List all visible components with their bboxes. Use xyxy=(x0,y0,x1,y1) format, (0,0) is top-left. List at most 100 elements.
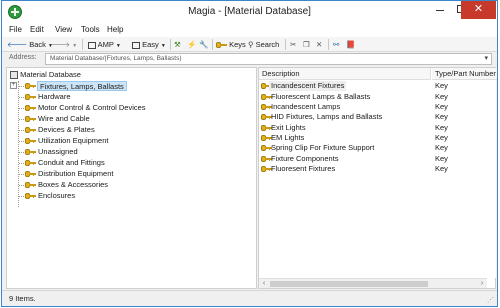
amp-button-label: AMP xyxy=(97,40,114,49)
cut-button[interactable]: ✂ xyxy=(290,39,296,50)
list-item-type: Key xyxy=(435,123,448,132)
resize-grip-icon[interactable]: ⋰ xyxy=(487,296,495,304)
tree-root[interactable]: Material Database xyxy=(10,70,81,80)
list-item-type: Key xyxy=(435,102,448,111)
list-item-type: Key xyxy=(435,92,448,101)
book-button[interactable]: 📕 xyxy=(346,39,355,50)
scissors-icon: ✂ xyxy=(290,40,297,49)
list-pane[interactable]: Description Type/Part Number Incandescen… xyxy=(258,67,497,289)
list-item[interactable]: HID Fixtures, Lamps and Ballasts Key xyxy=(259,112,496,122)
list-item[interactable]: Spring Clip For Fixture Support Key xyxy=(259,143,496,153)
list-item-type: Key xyxy=(435,164,448,173)
easy-button-label: Easy xyxy=(142,40,159,49)
list-item-description: Incandescent Fixtures xyxy=(269,81,347,91)
amp-button[interactable]: AMP ▼ xyxy=(88,39,121,50)
column-header-description[interactable]: Description xyxy=(259,68,431,80)
list-item[interactable]: Exit Lights Key xyxy=(259,123,496,133)
list-item-description: EM Lights xyxy=(271,133,305,142)
tree-item-label: Unassigned xyxy=(38,147,78,156)
list-item[interactable]: Fixture Components Key xyxy=(259,154,496,164)
window-title: Magia - [Material Database] xyxy=(188,6,311,17)
key-icon xyxy=(25,182,36,188)
menu-tools[interactable]: Tools xyxy=(81,25,100,34)
keys-button-label: Keys xyxy=(229,40,246,49)
key-icon xyxy=(25,171,36,177)
address-label: Address: xyxy=(9,54,37,61)
menu-help[interactable]: Help xyxy=(107,25,123,34)
list-item-description: Incandescent Lamps xyxy=(271,102,341,111)
binoculars-icon: ⚯ xyxy=(333,40,340,49)
delete-button[interactable]: ✕ xyxy=(316,39,322,50)
back-arrow-icon: 🡐 xyxy=(7,40,28,49)
horizontal-scrollbar[interactable]: ‹ › xyxy=(259,278,487,288)
back-button-label: Back xyxy=(29,40,46,49)
key-icon xyxy=(25,138,36,144)
list-item[interactable]: EM Lights Key xyxy=(259,133,496,143)
wand-tool-button[interactable]: ⚒ xyxy=(174,39,181,50)
toolbar-separator xyxy=(212,39,213,50)
tree-item-label: Devices & Plates xyxy=(38,125,95,134)
toolbar-separator xyxy=(170,39,171,50)
search-button[interactable]: ⚲ Search xyxy=(248,39,279,50)
title-bar: Magia - [Material Database] ✕ xyxy=(2,1,497,23)
toolbar-separator xyxy=(82,39,83,50)
find-button[interactable]: ⚯ xyxy=(333,39,339,50)
wrench-icon: 🔧 xyxy=(199,40,209,49)
list-item[interactable]: Fluorescent Lamps & Ballasts Key xyxy=(259,92,496,102)
easy-button[interactable]: Easy ▼ xyxy=(132,39,166,50)
database-icon xyxy=(10,71,18,80)
toolbar-separator xyxy=(285,39,286,50)
list-item-type: Key xyxy=(435,154,448,163)
scrollbar-thumb[interactable] xyxy=(270,281,428,287)
tree-item-label: Fixtures, Lamps, Ballasts xyxy=(37,81,127,91)
menu-file[interactable]: File xyxy=(9,25,22,34)
close-icon: ✕ xyxy=(473,3,484,15)
menu-edit[interactable]: Edit xyxy=(30,25,44,34)
scroll-left-icon[interactable]: ‹ xyxy=(259,279,269,289)
lightning-tool-button[interactable]: ⚡ xyxy=(187,39,196,50)
expand-toggle[interactable]: + xyxy=(10,82,17,89)
minimize-icon xyxy=(436,10,444,11)
key-icon xyxy=(25,116,36,122)
key-icon xyxy=(25,193,36,199)
address-field[interactable]: Material Database/(Fixtures, Lamps, Ball… xyxy=(45,53,492,65)
forward-arrow-icon: 🡒 xyxy=(50,40,71,49)
back-button[interactable]: 🡐 Back ▼ xyxy=(7,39,53,50)
search-button-label: Search xyxy=(255,40,280,49)
list-item-description: Fluoresent Fixtures xyxy=(271,164,336,173)
menu-view[interactable]: View xyxy=(55,25,72,34)
wand-icon: ⚒ xyxy=(174,40,181,49)
tree-item-label: Hardware xyxy=(38,92,71,101)
tree-item-label: Boxes & Accessories xyxy=(38,180,109,189)
chevron-down-icon: ▼ xyxy=(115,43,121,49)
key-icon xyxy=(25,94,36,100)
wrench-tool-button[interactable]: 🔧 xyxy=(199,39,208,50)
key-icon xyxy=(25,127,36,133)
forward-button[interactable]: 🡒 ▼ xyxy=(50,39,77,50)
easy-icon xyxy=(132,41,140,49)
list-item[interactable]: Fluoresent Fixtures Key xyxy=(259,164,496,174)
key-icon xyxy=(25,105,36,111)
chevron-down-icon[interactable]: ▾ xyxy=(484,54,488,62)
address-bar: Address: Material Database/(Fixtures, La… xyxy=(2,52,497,66)
close-button[interactable]: ✕ xyxy=(461,1,496,19)
key-icon xyxy=(25,160,36,166)
list-item[interactable]: Incandescent Fixtures Key xyxy=(259,81,496,91)
status-bar: 9 Items. ⋰ xyxy=(2,290,497,306)
scroll-right-icon[interactable]: › xyxy=(477,279,487,289)
column-header-type[interactable]: Type/Part Number xyxy=(432,68,497,80)
list-item-type: Key xyxy=(435,81,448,90)
copy-button[interactable]: ❐ xyxy=(303,39,310,50)
tree-item-label: Distribution Equipment xyxy=(38,169,114,178)
delete-icon: ✕ xyxy=(316,40,323,49)
tree-connector xyxy=(18,81,19,207)
list-item[interactable]: Incandescent Lamps Key xyxy=(259,102,496,112)
tree-pane[interactable]: Material Database + Fixtures, Lamps, Bal… xyxy=(6,67,257,289)
vertical-scrollbar[interactable] xyxy=(487,80,496,278)
minimize-button[interactable] xyxy=(429,1,451,19)
book-icon: 📕 xyxy=(346,40,356,49)
list-item-type: Key xyxy=(435,133,448,142)
app-window: Magia - [Material Database] ✕ File Edit … xyxy=(1,0,498,307)
tree-root-label: Material Database xyxy=(20,70,81,79)
keys-button[interactable]: Keys xyxy=(216,39,246,50)
